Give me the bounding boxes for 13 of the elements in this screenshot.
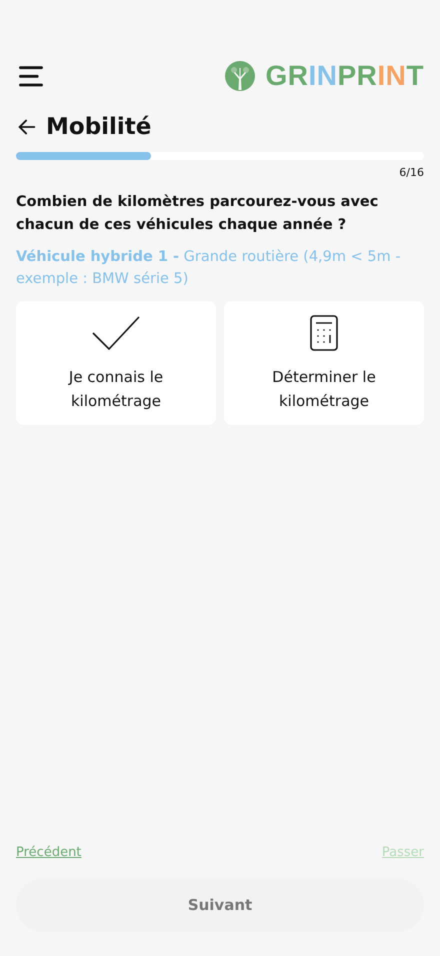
tree-logo-icon (225, 61, 256, 91)
progress-count: 6/16 (398, 166, 424, 179)
calculator-icon (309, 315, 339, 351)
question-text: Combien de kilomètres parcourez-vous avec chacun de ces véhicules chaque année ? (16, 193, 380, 235)
page-title: Mobilité (46, 114, 152, 140)
previous-link[interactable]: Précédent (16, 845, 82, 860)
option-label: Déterminer le kilométrage (271, 367, 377, 412)
option-card[interactable]: Je connais le kilométrage (16, 301, 216, 425)
option-card[interactable]: Déterminer le kilométrage (224, 301, 424, 425)
vehicle-description: Véhicule hybride 1 - Grande routière (4,9m < 5m - exemple : BMW série 5) (16, 248, 402, 289)
option-label: Je connais le kilométrage (67, 367, 164, 412)
check-icon (91, 315, 141, 351)
logo-text: GRINPRINT (265, 60, 424, 92)
